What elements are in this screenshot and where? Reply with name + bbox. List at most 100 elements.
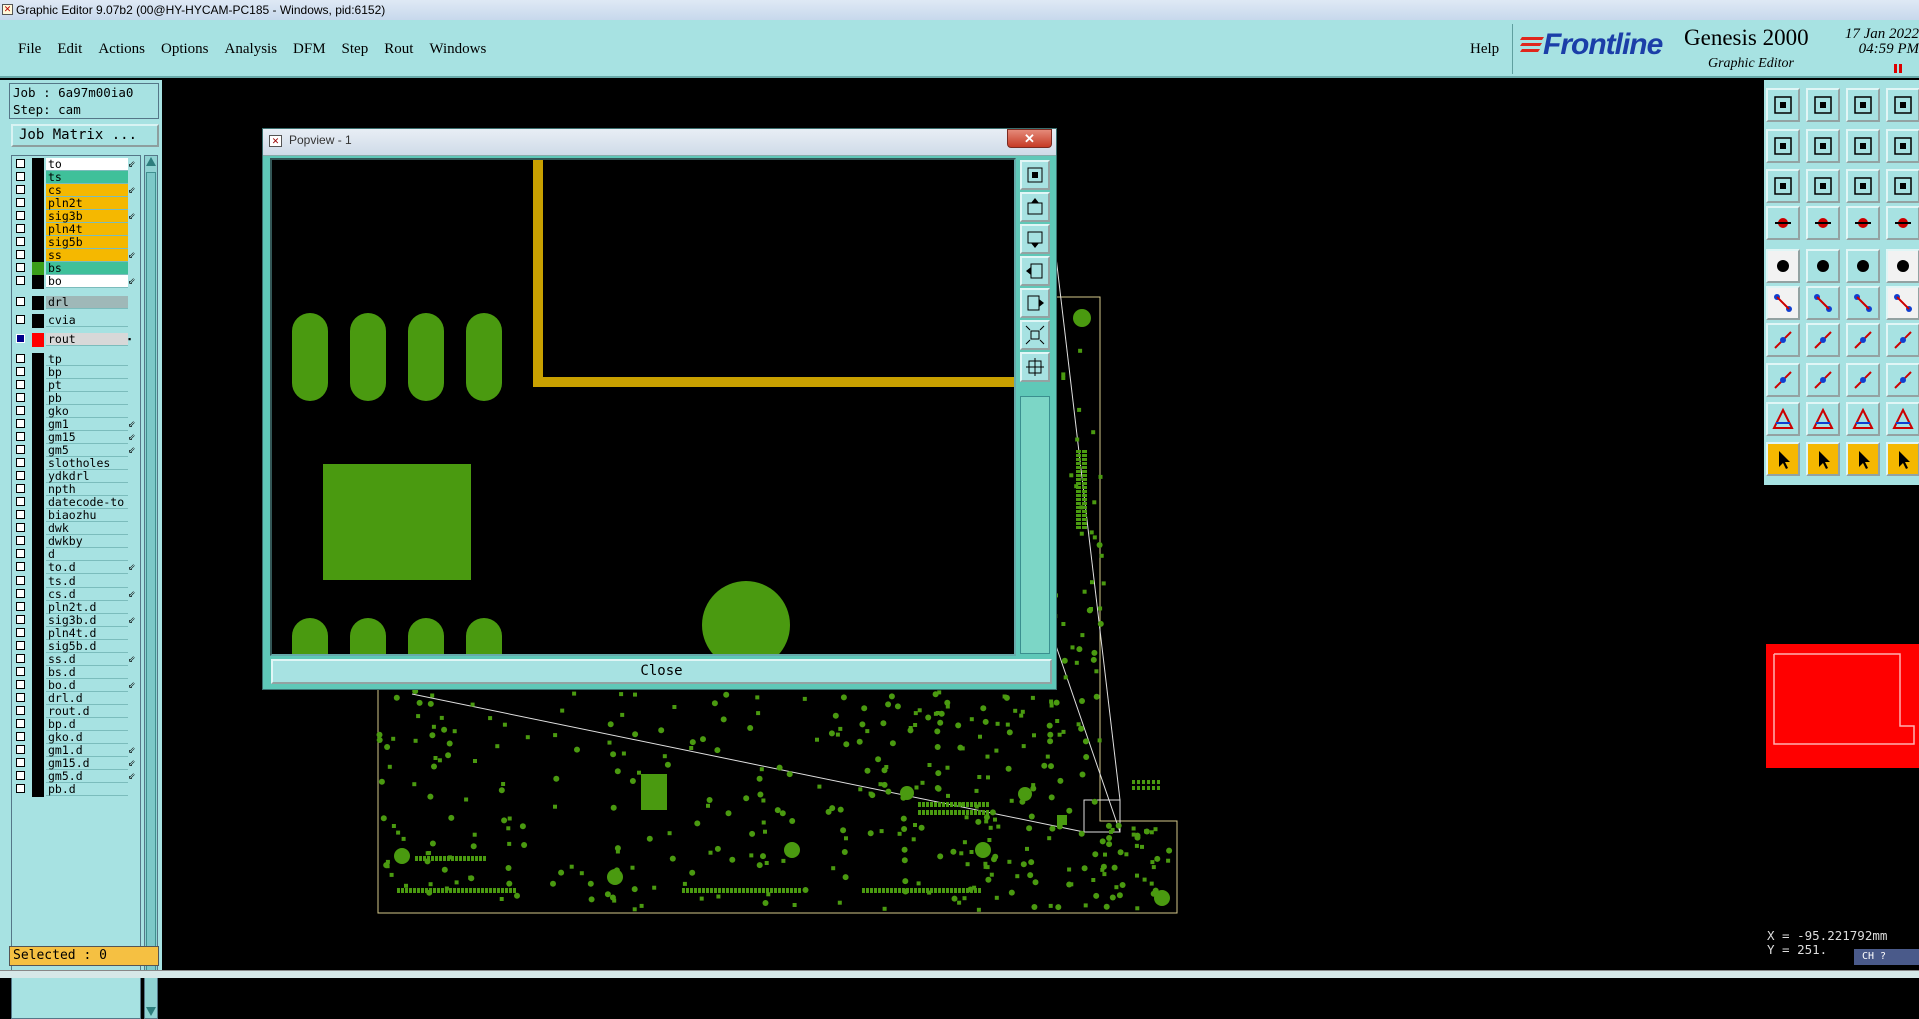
layer-row-rout-d[interactable]: rout.d xyxy=(14,705,140,719)
scroll-up-icon[interactable] xyxy=(146,157,156,166)
text-tool-button[interactable] xyxy=(1886,323,1919,357)
scroll-down-icon[interactable] xyxy=(146,1007,156,1016)
layer-color-swatch[interactable] xyxy=(32,430,44,445)
layer-checkbox[interactable] xyxy=(16,771,25,781)
layer-name[interactable]: to xyxy=(46,158,128,171)
layer-checkbox[interactable] xyxy=(16,366,25,376)
layer-row-pb-d[interactable]: pb.d xyxy=(14,783,140,798)
menu-dfm[interactable]: DFM xyxy=(285,41,334,58)
layer-name[interactable]: bo.d xyxy=(46,678,128,692)
layer-row-pt[interactable]: pt xyxy=(14,378,140,393)
layer-checkbox[interactable] xyxy=(16,471,25,481)
layer-name[interactable]: bp xyxy=(46,365,128,379)
select-tool-button[interactable] xyxy=(1766,363,1800,397)
layer-checkbox[interactable] xyxy=(16,333,25,343)
layer-color-swatch[interactable] xyxy=(32,665,44,680)
layer-color-swatch[interactable] xyxy=(32,509,44,524)
layer-row-bs[interactable]: bs xyxy=(14,262,140,277)
layer-name[interactable]: cs.d xyxy=(46,587,128,601)
layer-color-swatch[interactable] xyxy=(32,457,44,472)
ratio-tool-button[interactable] xyxy=(1846,169,1880,203)
menu-windows[interactable]: Windows xyxy=(421,41,494,58)
pointer-b-tool-button[interactable] xyxy=(1806,442,1840,476)
layer-name[interactable]: pt xyxy=(46,378,128,392)
popview-canvas[interactable] xyxy=(270,158,1016,656)
edit-out-tool-button[interactable] xyxy=(1806,129,1840,163)
layer-color-swatch[interactable] xyxy=(32,158,44,172)
layer-checkbox[interactable] xyxy=(16,296,25,306)
layer-checkbox[interactable] xyxy=(16,379,25,389)
layer-checkbox[interactable] xyxy=(16,159,25,168)
layer-checkbox[interactable] xyxy=(16,666,25,676)
layer-name[interactable]: gko xyxy=(46,404,128,418)
layer-name[interactable]: gko.d xyxy=(46,731,128,745)
popview-close-button[interactable]: Close xyxy=(271,659,1052,684)
layer-name[interactable]: pb xyxy=(46,391,128,405)
snap-tool-button[interactable] xyxy=(1766,206,1800,240)
layer-compare-tool-button[interactable] xyxy=(1846,206,1880,240)
layer-name[interactable]: dwk xyxy=(46,522,128,536)
layer-name[interactable]: gm1 xyxy=(46,417,128,431)
layer-name[interactable]: pb.d xyxy=(46,783,128,797)
add-arc-tool-button[interactable] xyxy=(1886,249,1919,283)
layer-name[interactable]: d xyxy=(46,548,128,562)
layer-row-d[interactable]: d xyxy=(14,548,140,563)
layer-color-swatch[interactable] xyxy=(32,770,44,785)
layer-name[interactable]: bo xyxy=(46,275,128,289)
layer-checkbox[interactable] xyxy=(16,185,25,195)
layer-checkbox[interactable] xyxy=(16,784,25,794)
layer-name[interactable]: ss xyxy=(46,249,128,263)
triangle-b-tool-button[interactable] xyxy=(1806,402,1840,436)
delete-tool-button[interactable] xyxy=(1806,286,1840,320)
layer-checkbox[interactable] xyxy=(16,627,25,637)
layer-checkbox[interactable] xyxy=(16,353,25,363)
layer-name[interactable]: pln4t xyxy=(46,223,128,237)
layer-checkbox[interactable] xyxy=(16,679,25,689)
layer-name[interactable]: to.d xyxy=(46,561,128,575)
layer-row-to-d[interactable]: to.d ⇙ xyxy=(14,561,140,576)
layer-name[interactable]: sig5b.d xyxy=(46,639,128,653)
layer-color-swatch[interactable] xyxy=(32,678,44,693)
layer-color-swatch[interactable] xyxy=(32,262,44,277)
layer-name[interactable]: bp.d xyxy=(46,718,128,732)
add-pad-tool-button[interactable] xyxy=(1766,249,1800,283)
layer-row-gm15[interactable]: gm15 ⇙ xyxy=(14,430,140,445)
layer-name[interactable]: pln2t xyxy=(46,197,128,211)
help-tool-button[interactable] xyxy=(1886,169,1919,203)
layer-name[interactable]: datecode-to xyxy=(46,496,128,510)
menu-analysis[interactable]: Analysis xyxy=(217,41,286,58)
layer-name[interactable]: ts.d xyxy=(46,574,128,588)
layer-color-swatch[interactable] xyxy=(32,210,44,225)
popview-zoomed-view[interactable] xyxy=(272,160,1014,654)
layer-color-swatch[interactable] xyxy=(32,352,44,367)
layer-name[interactable]: rout.d xyxy=(46,705,128,718)
layer-row-gko[interactable]: gko xyxy=(14,404,140,419)
layer-name[interactable]: ydkdrl xyxy=(46,470,128,484)
layer-checkbox[interactable] xyxy=(16,445,25,454)
popview-titlebar[interactable]: ✕ Popview - 1 ✕ xyxy=(263,129,1056,156)
break-tool-button[interactable] xyxy=(1886,286,1919,320)
layer-checkbox[interactable] xyxy=(16,250,25,260)
layer-row-pb[interactable]: pb xyxy=(14,391,140,406)
layer-checkbox[interactable] xyxy=(16,418,25,428)
layer-row-rout[interactable]: rout ▪ xyxy=(14,332,140,347)
layer-checkbox[interactable] xyxy=(16,211,25,221)
layer-name[interactable]: pln4t.d xyxy=(46,626,128,640)
layer-checkbox[interactable] xyxy=(16,692,25,702)
properties-tool-button[interactable] xyxy=(1886,88,1919,122)
layer-name[interactable]: sig5b xyxy=(46,236,128,250)
layer-name[interactable]: gm5.d xyxy=(46,770,128,784)
layer-row-cvia[interactable]: cvia xyxy=(14,313,140,328)
layer-diff-tool-button[interactable] xyxy=(1886,206,1919,240)
layer-name[interactable]: drl.d xyxy=(46,691,128,705)
layer-name[interactable]: ts xyxy=(46,171,128,185)
layer-checkbox[interactable] xyxy=(16,276,25,286)
layer-color-swatch[interactable] xyxy=(32,332,44,347)
layer-name[interactable]: bs xyxy=(46,262,128,276)
layer-color-swatch[interactable] xyxy=(32,561,44,576)
layer-checkbox[interactable] xyxy=(16,405,25,415)
layer-checkbox[interactable] xyxy=(16,732,25,742)
layer-color-swatch[interactable] xyxy=(32,249,44,264)
layer-row-sig5b-d[interactable]: sig5b.d xyxy=(14,639,140,654)
layer-name[interactable]: sig3b.d xyxy=(46,613,128,627)
